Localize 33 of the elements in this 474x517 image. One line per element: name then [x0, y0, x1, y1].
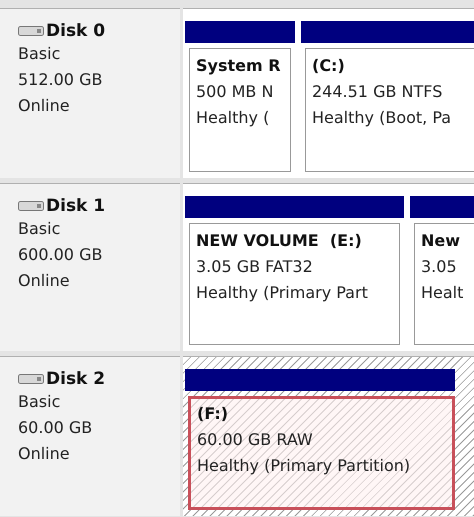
partition-detail: 500 MB N	[196, 81, 274, 103]
disk-name: Disk 0	[46, 21, 106, 41]
partition-label: (C:)	[312, 55, 346, 77]
disk-type: Basic	[18, 43, 62, 65]
disk-type: Basic	[18, 391, 62, 413]
partition-block[interactable]: System R 500 MB N Healthy (	[189, 48, 291, 172]
partition-block[interactable]: (C:) 244.51 GB NTFS Healthy (Boot, Pa	[305, 48, 474, 172]
disk-size: 600.00 GB	[18, 244, 104, 266]
partition-block[interactable]: (F:) 60.00 GB RAW Healthy (Primary Partition)	[188, 396, 455, 510]
partition-detail: 60.00 GB RAW	[197, 429, 314, 451]
partition-status: Healthy (Primary Partition)	[197, 455, 412, 477]
disk-name: Disk 2	[46, 369, 106, 389]
partition-detail: 3.05	[421, 256, 458, 278]
disk-type: Basic	[18, 218, 62, 240]
partition-label: NEW VOLUME (E:)	[196, 230, 363, 252]
partition-block[interactable]: NEW VOLUME (E:) 3.05 GB FAT32 Healthy (Primary Part	[189, 223, 400, 345]
partition-block[interactable]: New 3.05 Healt	[414, 223, 474, 345]
partition-detail: 244.51 GB NTFS	[312, 81, 444, 103]
disk-name: Disk 1	[46, 196, 106, 216]
disk-size: 60.00 GB	[18, 417, 94, 439]
partition-label: (F:)	[197, 403, 230, 425]
partition-label: New	[421, 230, 462, 252]
partition-status: Healthy (Boot, Pa	[312, 107, 452, 129]
partition-header-bar	[410, 196, 474, 218]
partition-status: Healthy (Primary Part	[196, 282, 369, 304]
partition-status: Healt	[421, 282, 464, 304]
disk-status: Online	[18, 95, 71, 117]
partition-status: Healthy (	[196, 107, 270, 129]
disk-status: Online	[18, 270, 71, 292]
disk-status: Online	[18, 443, 71, 465]
disk-size: 512.00 GB	[18, 69, 104, 91]
partition-label: System R	[196, 55, 282, 77]
partition-detail: 3.05 GB FAT32	[196, 256, 314, 278]
